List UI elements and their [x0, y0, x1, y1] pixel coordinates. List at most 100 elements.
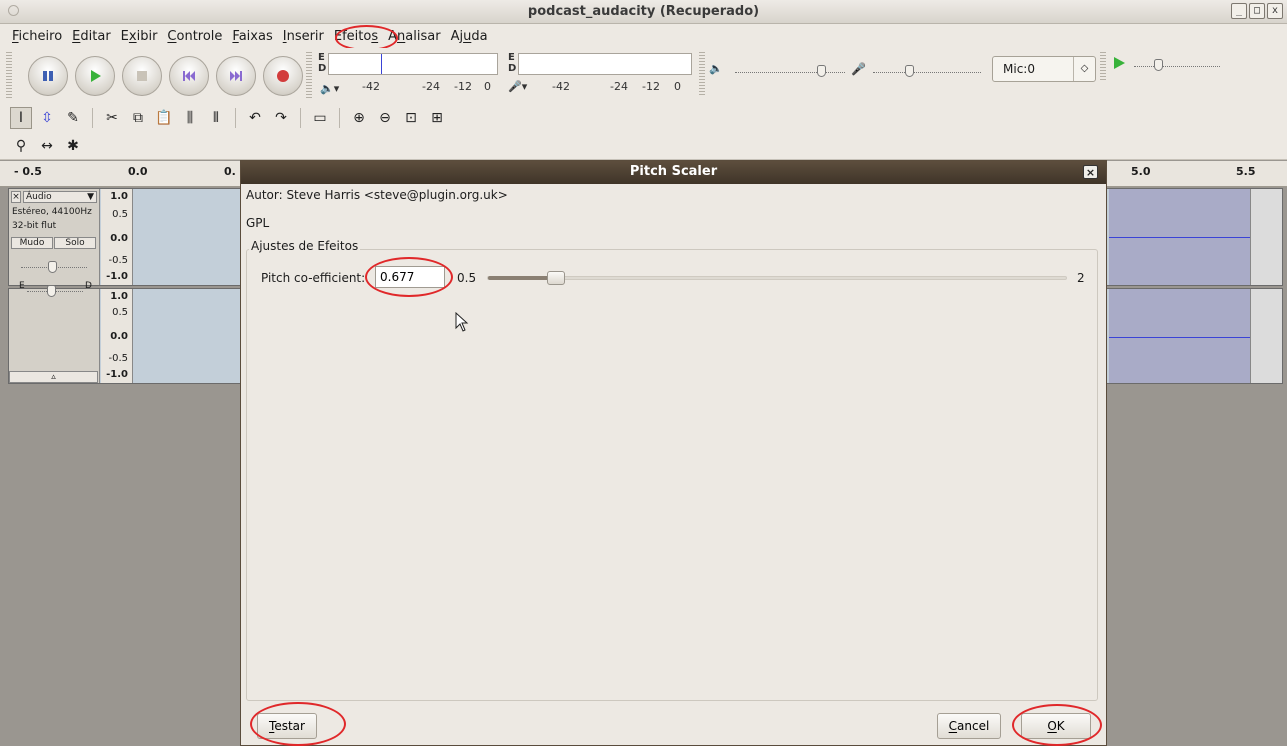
- play-speed-thumb[interactable]: [1154, 59, 1163, 71]
- mic-device-value: Mic:0: [1003, 62, 1035, 76]
- slider-thumb[interactable]: [547, 271, 565, 285]
- paste-button[interactable]: 📋: [153, 107, 175, 129]
- transport-toolbar: [28, 56, 303, 96]
- track-amplitude-scale: 1.0 0.5 0.0 -0.5 -1.0: [101, 289, 133, 383]
- stop-button[interactable]: [122, 56, 162, 96]
- scale-label: -1.0: [106, 369, 128, 380]
- menu-ajuda[interactable]: Ajuda: [447, 27, 492, 46]
- multi-tool[interactable]: ✱: [62, 135, 84, 157]
- pencil-icon: ✎: [67, 110, 79, 126]
- test-button[interactable]: Testar: [257, 713, 317, 739]
- stop-icon: [137, 71, 147, 81]
- zoom-tool[interactable]: ⚲: [10, 135, 32, 157]
- zoom-in-button[interactable]: ⊕: [348, 107, 370, 129]
- menu-exibir[interactable]: Exibir: [117, 27, 162, 46]
- rec-meter-bar[interactable]: [518, 53, 692, 75]
- play-icon: [91, 70, 101, 82]
- selection-tool[interactable]: I: [10, 107, 32, 129]
- track-gain-slider[interactable]: [21, 261, 87, 273]
- pause-button[interactable]: [28, 56, 68, 96]
- ok-button[interactable]: OK: [1021, 713, 1091, 739]
- silence-button[interactable]: ⫴: [205, 107, 227, 129]
- dialog-close-button[interactable]: ×: [1083, 165, 1098, 179]
- menu-editar[interactable]: Editar: [68, 27, 115, 46]
- magnifier-icon: ⚲: [15, 138, 27, 154]
- trim-button[interactable]: ⫼: [179, 107, 201, 129]
- menu-analisar[interactable]: Analisar: [384, 27, 444, 46]
- pitch-coefficient-input[interactable]: [375, 266, 445, 288]
- zoom-out-button[interactable]: ⊖: [374, 107, 396, 129]
- track-gain-thumb[interactable]: [48, 261, 57, 273]
- separator: [92, 108, 93, 128]
- cancel-button[interactable]: Cancel: [937, 713, 1001, 739]
- play-at-speed-icon[interactable]: [1112, 56, 1126, 70]
- ruler-tick: 5.5: [1236, 165, 1256, 178]
- minimize-button[interactable]: _: [1231, 3, 1247, 19]
- time-shift-tool[interactable]: ↔: [36, 135, 58, 157]
- skip-start-icon: [183, 71, 195, 81]
- mouse-pointer-icon: [455, 312, 469, 332]
- play-meter-bar[interactable]: [328, 53, 498, 75]
- sync-lock-button[interactable]: ▭: [309, 107, 331, 129]
- track-pan-slider[interactable]: [27, 285, 83, 297]
- redo-button[interactable]: ↷: [270, 107, 292, 129]
- play-scale-42: -42: [362, 80, 380, 93]
- fit-selection-button[interactable]: ⊡: [400, 107, 422, 129]
- maximize-button[interactable]: □: [1249, 3, 1265, 19]
- pitch-scaler-dialog: Pitch Scaler × Autor: Steve Harris <stev…: [240, 160, 1107, 746]
- pan-right-label: D: [85, 281, 92, 291]
- track-name-menu[interactable]: Áudio ▼: [23, 191, 97, 203]
- collapse-track-button[interactable]: ▵: [9, 371, 98, 383]
- ruler-tick: 5.0: [1131, 165, 1151, 178]
- toolbar-grip[interactable]: [6, 52, 12, 100]
- track-close-button[interactable]: ×: [11, 191, 21, 203]
- track-end: [1250, 189, 1282, 285]
- play-button[interactable]: [75, 56, 115, 96]
- track-pan-thumb[interactable]: [47, 285, 56, 297]
- fit-project-button[interactable]: ⊞: [426, 107, 448, 129]
- speed-grip[interactable]: [1100, 52, 1106, 82]
- menu-inserir[interactable]: Inserir: [279, 27, 328, 46]
- menu-faixas[interactable]: Faixas: [228, 27, 276, 46]
- menu-efeitos[interactable]: Efeitos: [330, 27, 382, 46]
- scale-label: 1.0: [110, 191, 128, 202]
- mute-button[interactable]: Mudo: [11, 237, 53, 249]
- input-volume-icon: 🎤: [851, 62, 866, 76]
- input-volume-thumb[interactable]: [905, 65, 914, 77]
- meter-grip[interactable]: [306, 52, 312, 98]
- trim-icon: ⫼: [186, 110, 194, 126]
- meter-toolbar: E D E D 🔈▾ -42 -24 -12 0 🎤▾ -42 -24 -12 …: [306, 52, 694, 100]
- copy-button[interactable]: ⧉: [127, 107, 149, 129]
- scale-label: 0.0: [110, 233, 128, 244]
- close-button[interactable]: x: [1267, 3, 1283, 19]
- scale-label: 1.0: [110, 291, 128, 302]
- dialog-titlebar[interactable]: Pitch Scaler ×: [241, 161, 1106, 184]
- cut-button[interactable]: ✂: [101, 107, 123, 129]
- menu-controle[interactable]: Controle: [163, 27, 226, 46]
- skip-end-button[interactable]: [216, 56, 256, 96]
- selection-region[interactable]: [1109, 289, 1250, 383]
- pitch-coefficient-slider[interactable]: [487, 271, 1067, 285]
- menu-ficheiro[interactable]: Ficheiro: [8, 27, 66, 46]
- play-speed-slider[interactable]: [1134, 59, 1220, 71]
- output-volume-slider[interactable]: [735, 65, 845, 77]
- silence-icon: ⫴: [213, 110, 219, 126]
- undo-button[interactable]: ↶: [244, 107, 266, 129]
- skip-start-button[interactable]: [169, 56, 209, 96]
- waveform-centerline: [1109, 237, 1250, 238]
- mic-device-select[interactable]: Mic:0 ◇: [992, 56, 1096, 82]
- rec-scale-12: -12: [642, 80, 660, 93]
- scale-label: -0.5: [108, 353, 128, 364]
- window-title: podcast_audacity (Recuperado): [527, 4, 760, 19]
- effect-settings-legend: Ajustes de Efeitos: [249, 239, 361, 253]
- solo-button[interactable]: Solo: [54, 237, 96, 249]
- draw-tool[interactable]: ✎: [62, 107, 84, 129]
- input-volume-slider[interactable]: [873, 65, 981, 77]
- rec-meter-e-label: E: [508, 52, 515, 63]
- plugin-author: Autor: Steve Harris <steve@plugin.org.uk…: [246, 188, 508, 202]
- rec-meter-d-label: D: [508, 63, 517, 74]
- output-volume-thumb[interactable]: [817, 65, 826, 77]
- envelope-tool[interactable]: ⇳: [36, 107, 58, 129]
- mixer-grip[interactable]: [699, 52, 705, 96]
- record-button[interactable]: [263, 56, 303, 96]
